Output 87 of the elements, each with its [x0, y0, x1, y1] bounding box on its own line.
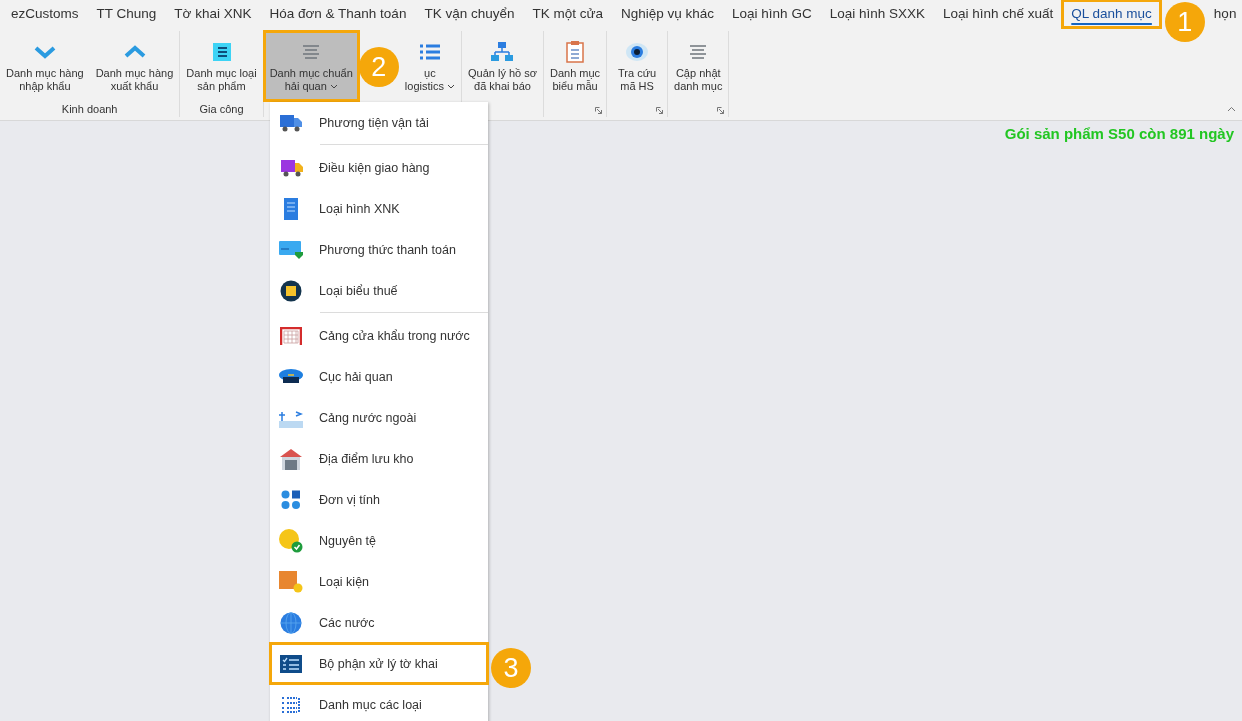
- collapse-icon[interactable]: [1227, 106, 1236, 112]
- clipboard-icon: [566, 41, 584, 63]
- menu-item[interactable]: Loại biểu thuế: [270, 270, 488, 315]
- button-label: Quản lý hồ sơ: [467, 67, 537, 80]
- ribbon-tab[interactable]: Hóa đơn & Thanh toán: [261, 1, 415, 27]
- button-label: Cập nhật: [675, 67, 721, 80]
- warehouse-icon: [280, 447, 302, 470]
- ribbon-button[interactable]: Danh mục hàng nhập khẩu: [0, 31, 90, 101]
- server-icon: [283, 197, 299, 220]
- box-icon: [279, 570, 303, 593]
- step-badge: 3: [491, 648, 531, 688]
- chevron-up-icon: [122, 44, 147, 60]
- ribbon-tab[interactable]: QL danh mục: [1063, 1, 1160, 27]
- lines-icon: [688, 44, 709, 60]
- menu-item[interactable]: Điều kiện giao hàng: [270, 147, 488, 188]
- step-badge: 1: [1164, 2, 1205, 42]
- button-label: mã HS: [620, 80, 654, 93]
- button-label: xuất khẩu: [110, 80, 159, 93]
- button-label: sản phẩm: [197, 80, 246, 93]
- group-label: Gia công: [199, 103, 244, 115]
- menu-item[interactable]: Loại kiện: [270, 561, 488, 602]
- eye-icon: [625, 42, 650, 62]
- menu-item[interactable]: Đơn vị tính: [270, 479, 488, 520]
- list-icon: [211, 42, 232, 62]
- step-badge: 2: [358, 47, 399, 87]
- button-label: logistics: [404, 80, 455, 93]
- card-icon: [279, 239, 303, 260]
- menu-item[interactable]: Cảng nước ngoài: [270, 397, 488, 438]
- ribbon-button[interactable]: Cập nhật danh mục: [668, 31, 729, 101]
- list-icon: [281, 695, 301, 714]
- subscription-status: Gói sản phẩm S50 còn 891 ngày: [1004, 124, 1234, 142]
- ribbon-button[interactable]: Quản lý hồ sơ đã khai báo: [461, 31, 543, 101]
- ribbon-button[interactable]: Tra cứu mã HS: [607, 31, 668, 101]
- menu-item[interactable]: Các nước: [270, 602, 488, 643]
- ribbon-tab[interactable]: Nghiệp vụ khác: [613, 1, 723, 27]
- ribbon-button[interactable]: ục logistics: [398, 31, 461, 101]
- dots-icon: [281, 489, 301, 510]
- menu-item[interactable]: Nguyên tệ: [270, 520, 488, 561]
- list-icon: [418, 43, 441, 61]
- globe-icon: [280, 611, 302, 634]
- ribbon-tab[interactable]: Loại hình SXXK: [821, 1, 933, 27]
- chevron-down-icon: [32, 44, 57, 60]
- menu-item[interactable]: Phương thức thanh toán: [270, 229, 488, 270]
- ribbon-tab[interactable]: Loại hình chế xuất: [934, 1, 1062, 27]
- button-label: Danh mục chuẩn: [269, 67, 353, 80]
- gate-icon: [280, 326, 302, 345]
- ribbon-button[interactable]: Danh mục chuẩn hải quan: [263, 31, 359, 101]
- menu-item[interactable]: Cảng cửa khẩu trong nước: [270, 315, 488, 356]
- button-label: Danh mục: [549, 67, 601, 80]
- menu-item[interactable]: Phương tiện vận tải: [270, 102, 488, 147]
- menu-item[interactable]: Loại hình XNK: [270, 188, 488, 229]
- cap-icon: [279, 367, 303, 386]
- ribbon-tab[interactable]: TK vận chuyển: [416, 1, 523, 27]
- network-icon: [491, 41, 514, 63]
- launcher-icon[interactable]: [656, 107, 664, 114]
- menu-item[interactable]: Địa điểm lưu kho: [270, 438, 488, 479]
- button-label: Danh mục loại: [186, 67, 257, 80]
- button-label: ục: [424, 67, 436, 80]
- ribbon-button[interactable]: Danh mục loại sản phẩm: [180, 31, 263, 101]
- button-label: Danh mục hàng: [95, 67, 174, 80]
- checklist-icon: [280, 654, 302, 673]
- button-label: nhập khẩu: [19, 80, 71, 93]
- button-label: biểu mẫu: [552, 80, 598, 93]
- launcher-icon[interactable]: [717, 107, 725, 114]
- menu-item[interactable]: Bộ phận xử lý tờ khai: [270, 643, 488, 684]
- ribbon-tab[interactable]: TK một cửa: [524, 1, 611, 27]
- ribbon-tab[interactable]: họn: [1205, 1, 1242, 27]
- ribbon-button[interactable]: Danh mục biểu mẫu: [543, 31, 607, 101]
- button-label: Danh mục hàng: [6, 67, 84, 80]
- group-label: Kinh doanh: [61, 103, 118, 115]
- menu-item[interactable]: Danh mục các loại: [270, 684, 488, 721]
- truck-icon: [279, 158, 303, 177]
- button-label: danh mục: [674, 80, 723, 93]
- ribbon-tab[interactable]: TT Chung: [88, 1, 165, 27]
- ribbon-tab[interactable]: Loại hình GC: [724, 1, 820, 27]
- button-label: đã khai báo: [474, 80, 531, 93]
- caret-icon: [446, 84, 455, 89]
- button-label: Tra cứu: [618, 67, 657, 80]
- ribbon-tab[interactable]: ezCustoms: [3, 1, 87, 27]
- ribbon-button[interactable]: Danh mục hàng xuất khẩu: [89, 31, 180, 101]
- ribbon-tab[interactable]: Tờ khai XNK: [166, 1, 260, 27]
- lines-icon: [301, 44, 322, 60]
- menu-item[interactable]: Cục hải quan: [270, 356, 488, 397]
- launcher-icon[interactable]: [595, 107, 603, 114]
- caret-icon: [329, 84, 338, 89]
- button-label: hải quan: [284, 80, 338, 93]
- truck-icon: [280, 113, 302, 132]
